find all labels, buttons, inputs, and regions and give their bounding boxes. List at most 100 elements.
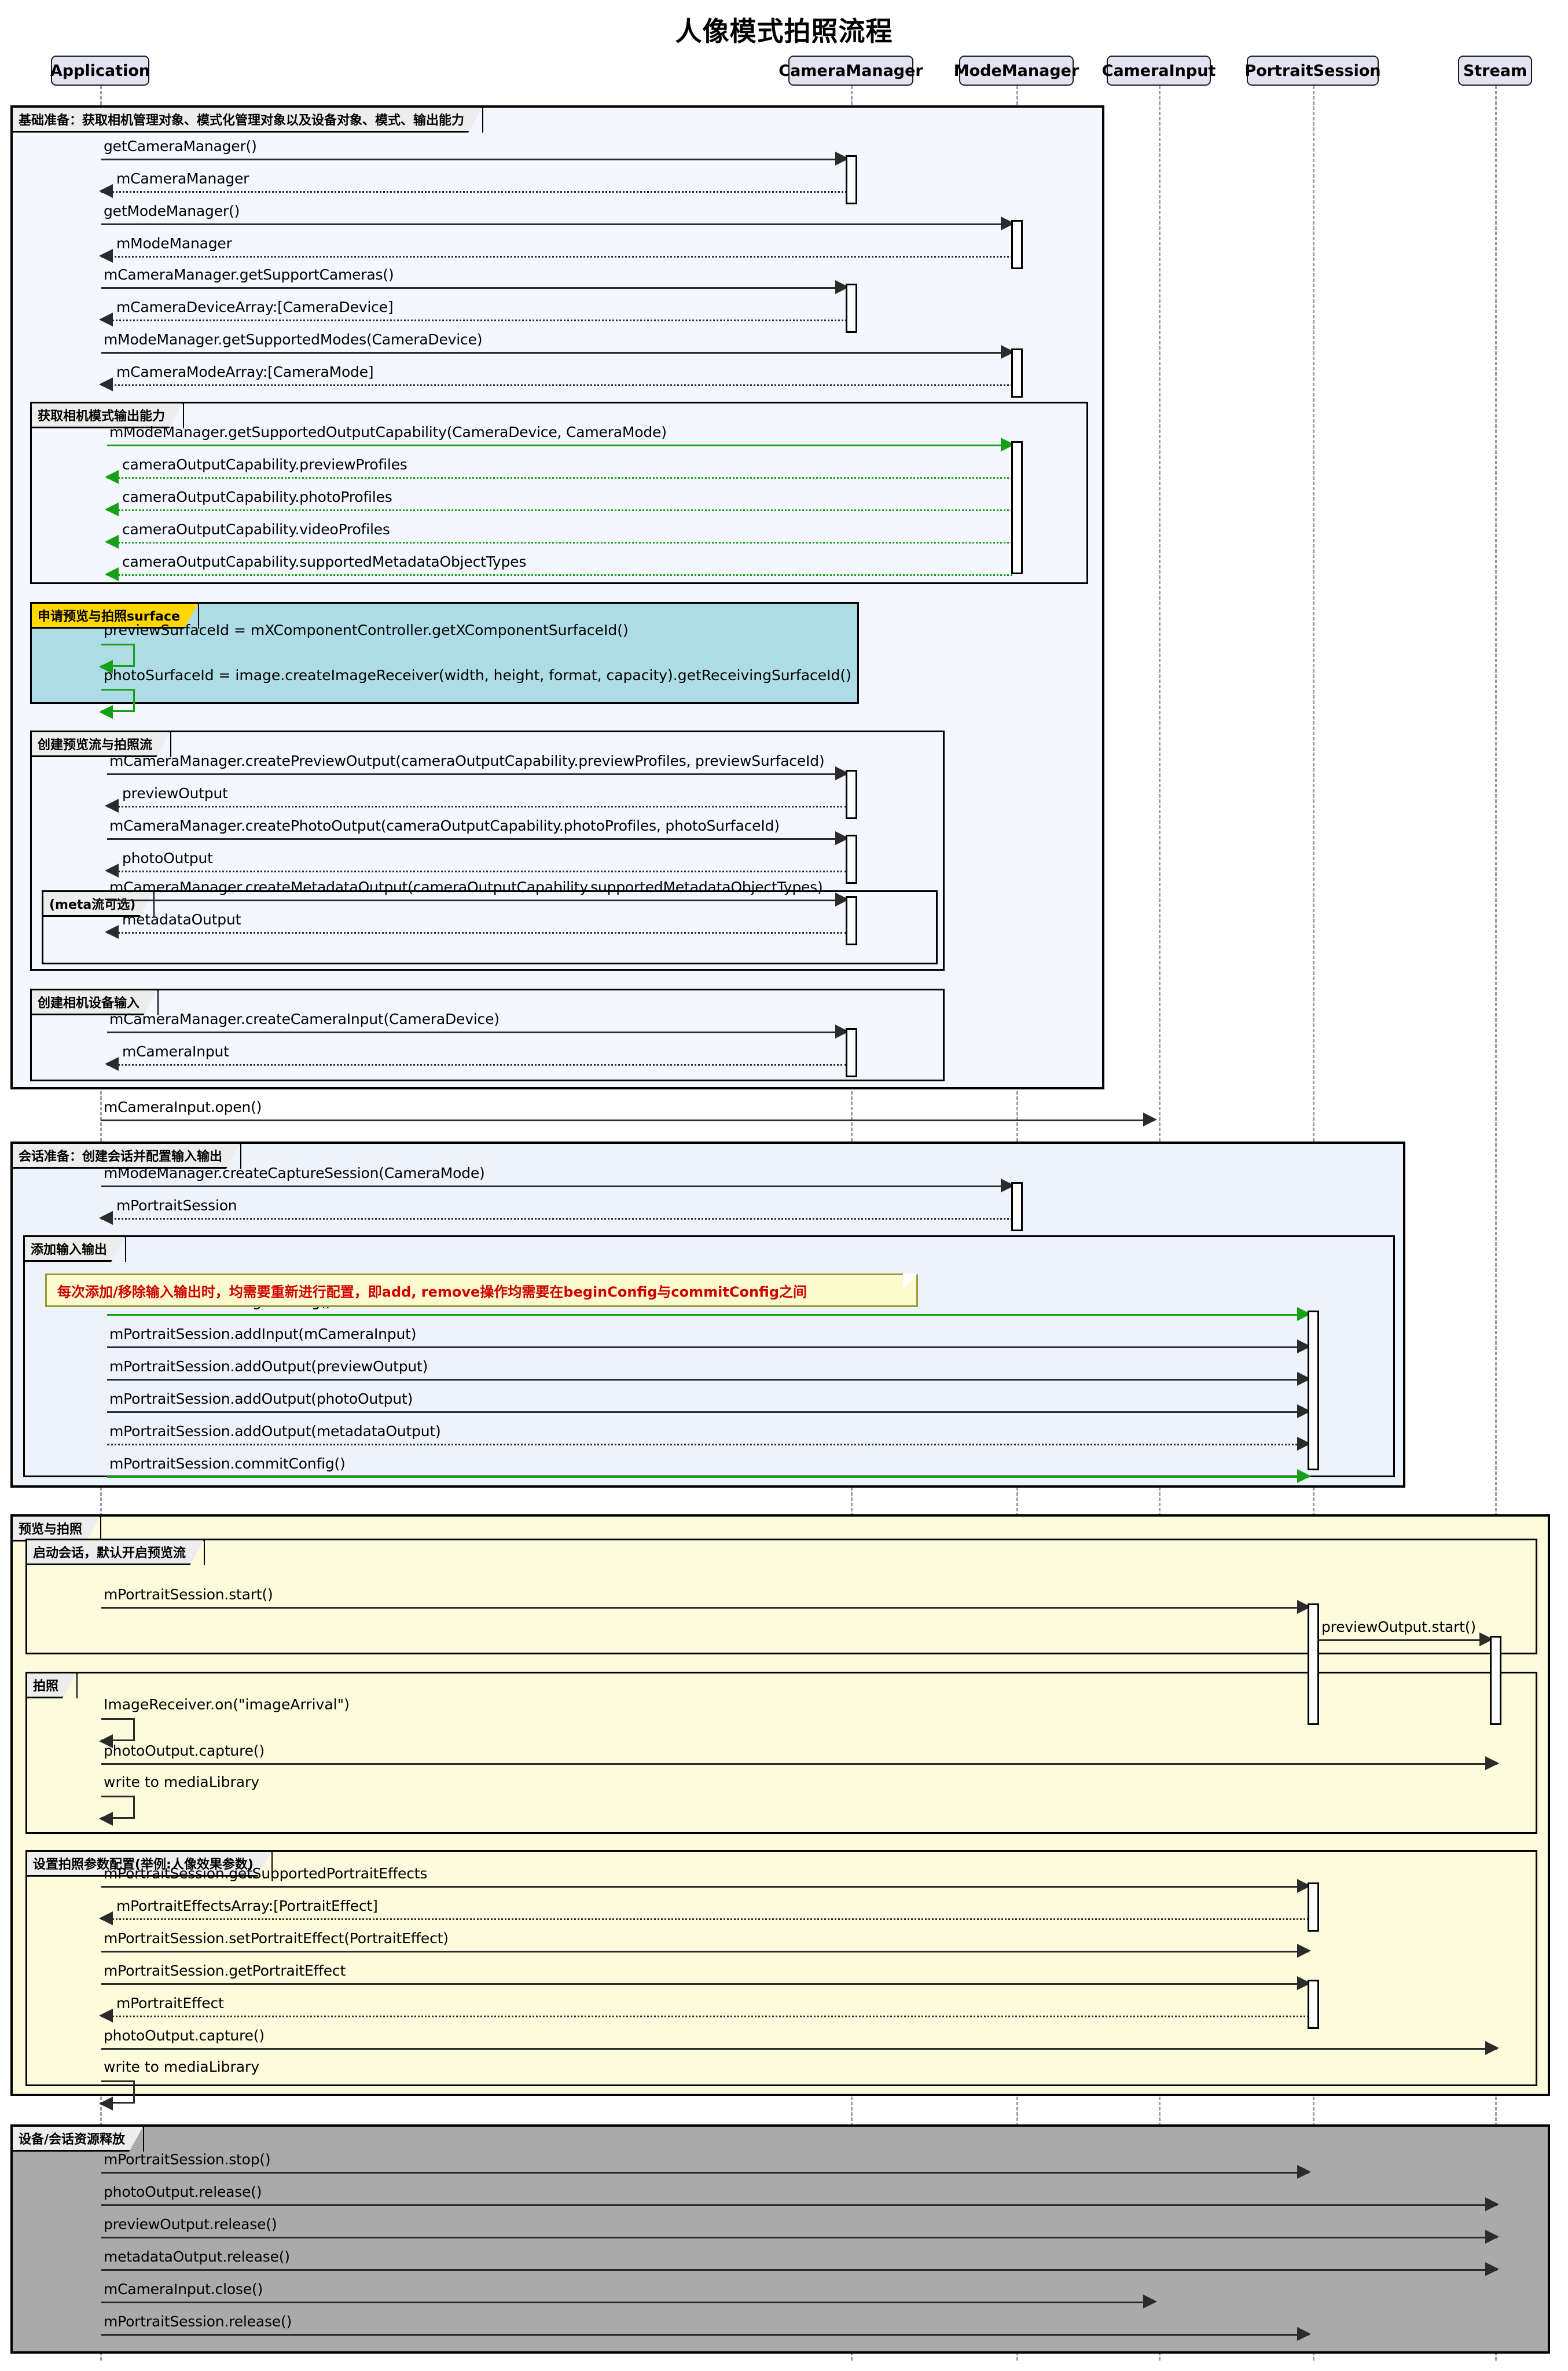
- message-line: [107, 806, 847, 808]
- arrow-left-icon: [99, 705, 113, 719]
- message-line: [107, 1032, 847, 1033]
- arrow-left-icon: [105, 470, 119, 484]
- selfmessage-write-medialibrary-1[interactable]: write to mediaLibrary: [99, 1774, 259, 1826]
- activation-modemanager-4: [1011, 1182, 1023, 1231]
- message-label: mCameraManager: [116, 170, 249, 187]
- message-line: [101, 2016, 1309, 2017]
- message-line: [101, 2048, 1497, 2050]
- arrow-left-icon: [99, 249, 113, 263]
- message-line: [107, 1314, 1309, 1316]
- message-line: [101, 2172, 1309, 2174]
- message-line: [101, 223, 1012, 225]
- activation-portraitsession-2: [1308, 1603, 1319, 1725]
- arrow-left-icon: [105, 567, 119, 581]
- arrow-left-icon: [99, 377, 113, 391]
- message-line: [101, 2302, 1155, 2303]
- participant-portraitsession[interactable]: PortraitSession: [1244, 56, 1381, 86]
- message-line: [101, 1918, 1309, 1920]
- activation-portraitsession-4: [1308, 1980, 1319, 2029]
- arrow-left-icon: [105, 925, 119, 939]
- message-line: [101, 191, 847, 193]
- participant-application[interactable]: Application: [50, 56, 150, 86]
- message-line: [107, 1411, 1309, 1413]
- message-line: [101, 287, 847, 289]
- participant-label: Application: [50, 61, 150, 80]
- message-label: getModeManager(): [104, 203, 240, 219]
- message-label: metadataOutput: [122, 911, 241, 928]
- selfmessage-previewsurfaceid[interactable]: previewSurfaceId = mXComponentController…: [99, 622, 629, 674]
- message-line: [107, 773, 847, 775]
- message-label: mPortraitSession.setPortraitEffect(Portr…: [104, 1930, 449, 1947]
- group-apply-surface: 申请预览与拍照surface: [30, 602, 859, 704]
- page-title: 人像模式拍照流程: [675, 16, 893, 47]
- activation-cameramanager-1: [846, 155, 857, 204]
- message-line: [101, 256, 1012, 258]
- participant-stream[interactable]: Stream: [1458, 56, 1532, 86]
- message-label: mPortraitSession.addOutput(metadataOutpu…: [109, 1423, 441, 1440]
- message-label: ImageReceiver.on("imageArrival"): [104, 1696, 350, 1713]
- participant-modemanager[interactable]: ModeManager: [954, 56, 1079, 86]
- participant-label: Stream: [1463, 61, 1527, 80]
- participant-cameramanager[interactable]: CameraManager: [779, 56, 923, 86]
- sequence-diagram-canvas: 人像模式拍照流程 Application CameraManager ModeM…: [0, 0, 1568, 2371]
- message-label: getCameraManager(): [104, 138, 257, 155]
- activation-portraitsession-1: [1308, 1311, 1319, 1470]
- message-line: [101, 1763, 1497, 1765]
- message-label: mPortraitSession.addOutput(previewOutput…: [109, 1358, 428, 1375]
- message-label: previewOutput.release(): [104, 2216, 277, 2233]
- arrow-right-icon: [1297, 2165, 1311, 2179]
- message-line: [101, 159, 847, 160]
- arrow-right-icon: [1297, 2327, 1311, 2341]
- message-label: mCameraInput.close(): [104, 2281, 263, 2297]
- arrow-right-icon: [1143, 1113, 1157, 1126]
- message-line: [101, 384, 1012, 386]
- message-line: [101, 1120, 1155, 1121]
- note-text: 每次添加/移除输入输出时，均需要重新进行配置，即add, remove操作均需要…: [57, 1283, 807, 1300]
- group-label-preview-and-photo: 预览与拍照: [13, 1517, 102, 1541]
- message-line: [1319, 1639, 1491, 1641]
- message-label: photoOutput.capture(): [104, 1742, 265, 1759]
- selfmessage-photosurfaceid[interactable]: photoSurfaceId = image.createImageReceiv…: [99, 667, 851, 719]
- group-label-basic-prep: 基础准备：获取相机管理对象、模式化管理对象以及设备对象、模式、输出能力: [13, 108, 484, 133]
- activation-modemanager-3: [1011, 441, 1023, 574]
- message-line: [107, 932, 847, 934]
- message-line: [107, 477, 1012, 479]
- activation-stream-1: [1490, 1636, 1501, 1725]
- message-label: cameraOutputCapability.supportedMetadata…: [122, 553, 527, 570]
- message-line: [107, 1379, 1309, 1381]
- message-line: [101, 1218, 1012, 1220]
- message-line: [101, 2269, 1497, 2271]
- message-line: [101, 1186, 1012, 1187]
- message-label: mPortraitSession.addInput(mCameraInput): [109, 1326, 417, 1342]
- arrow-left-icon: [99, 2097, 113, 2111]
- message-label: photoOutput.release(): [104, 2183, 262, 2200]
- arrow-left-icon: [99, 313, 113, 326]
- arrow-right-icon: [1485, 2262, 1499, 2276]
- message-line: [107, 1346, 1309, 1348]
- message-label: mPortraitSession.commitConfig(): [109, 1455, 346, 1472]
- message-line: [101, 1886, 1309, 1888]
- message-label: metadataOutput.release(): [104, 2248, 290, 2265]
- selfmessage-write-medialibrary-2[interactable]: write to mediaLibrary: [99, 2058, 259, 2111]
- participant-label: ModeManager: [953, 61, 1079, 80]
- arrow-left-icon: [99, 184, 113, 198]
- group-add-io: 添加输入输出: [23, 1235, 1395, 1477]
- message-line: [101, 1983, 1309, 1985]
- message-label: cameraOutputCapability.photoProfiles: [122, 489, 392, 505]
- message-line: [107, 509, 1012, 511]
- group-label-start-session: 启动会话，默认开启预览流: [27, 1540, 205, 1565]
- selfmessage-imagereceiver-on[interactable]: ImageReceiver.on("imageArrival"): [99, 1696, 350, 1748]
- message-line: [101, 1951, 1309, 1952]
- arrow-right-icon: [1485, 1756, 1499, 1770]
- message-label: previewOutput.start(): [1321, 1618, 1476, 1635]
- message-label: mCameraManager.createCameraInput(CameraD…: [109, 1011, 500, 1027]
- arrow-left-icon: [99, 2009, 113, 2023]
- arrow-right-icon: [1297, 1944, 1311, 1958]
- message-line: [107, 900, 847, 901]
- participant-camerainput[interactable]: CameraInput: [1102, 56, 1216, 86]
- message-line: [107, 542, 1012, 544]
- message-label: mModeManager: [116, 235, 232, 252]
- message-label: mModeManager.getSupportedOutputCapabilit…: [109, 424, 667, 441]
- message-label: mPortraitSession.getSupportedPortraitEff…: [104, 1865, 428, 1882]
- arrow-left-icon: [105, 1057, 119, 1071]
